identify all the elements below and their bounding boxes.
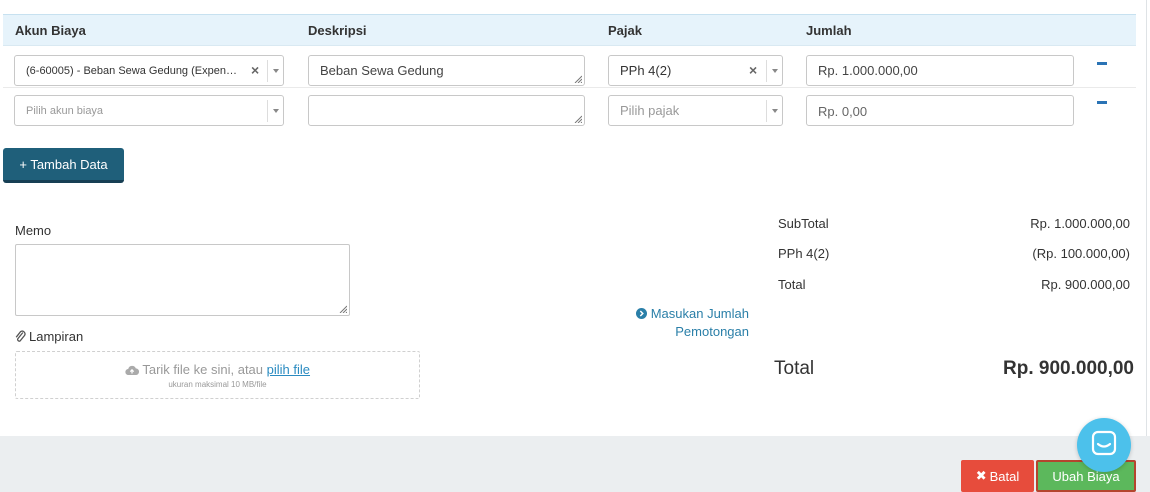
description-value: Beban Sewa Gedung [320, 63, 444, 78]
tax-label: PPh 4(2) [778, 246, 830, 261]
file-dropzone[interactable]: Tarik file ke sini, atau pilih file ukur… [15, 351, 420, 399]
chat-widget-button[interactable] [1077, 418, 1131, 472]
clear-icon[interactable]: × [749, 62, 757, 78]
file-size-note: ukuran maksimal 10 MB/file [168, 380, 267, 389]
chevron-down-icon[interactable] [766, 100, 782, 122]
remove-row-icon[interactable] [1097, 62, 1107, 65]
attachment-label-text: Lampiran [29, 329, 84, 344]
resize-handle-icon[interactable] [574, 115, 582, 123]
account-select-value: (6-60005) - Beban Sewa Gedung (Expen… [26, 65, 237, 77]
header-account: Akun Biaya [15, 23, 86, 38]
header-amount: Jumlah [806, 23, 852, 38]
grand-total-value: Rp. 900.000,00 [1003, 358, 1134, 379]
subtotal-value: Rp. 1.000.000,00 [1030, 216, 1130, 231]
amount-input[interactable]: Rp. 0,00 [806, 95, 1074, 126]
cancel-button[interactable]: ✖ Batal [961, 460, 1034, 492]
expense-form: Akun Biaya Deskripsi Pajak Jumlah (6-600… [0, 0, 1150, 492]
grand-total-label: Total [774, 358, 815, 379]
description-textarea[interactable]: Beban Sewa Gedung [308, 55, 585, 86]
clear-icon[interactable]: × [251, 62, 259, 78]
add-deduction-line2: Pemotongan [675, 324, 749, 339]
amount-input[interactable]: Rp. 1.000.000,00 [806, 55, 1074, 86]
memo-label: Memo [15, 223, 52, 238]
tax-select-value: PPh 4(2) [620, 63, 672, 78]
right-border [1146, 0, 1147, 436]
tax-select[interactable]: PPh 4(2) × [608, 55, 783, 86]
tax-placeholder: Pilih pajak [620, 103, 680, 118]
add-row-button[interactable]: + Tambah Data [3, 148, 124, 183]
remove-row-icon[interactable] [1097, 101, 1107, 104]
cloud-upload-icon [125, 365, 140, 376]
header-tax: Pajak [608, 23, 642, 38]
chevron-down-icon[interactable] [267, 100, 283, 122]
table-header: Akun Biaya Deskripsi Pajak Jumlah [3, 14, 1136, 46]
dropzone-text-line: Tarik file ke sini, atau pilih file [16, 362, 419, 377]
memo-textarea[interactable] [15, 244, 350, 316]
paperclip-icon [15, 330, 26, 342]
chevron-down-icon[interactable] [267, 60, 283, 82]
account-select[interactable]: (6-60005) - Beban Sewa Gedung (Expen… × [14, 55, 284, 86]
chevron-circle-right-icon [636, 308, 648, 319]
tax-value: (Rp. 100.000,00) [1032, 246, 1130, 261]
total-label: Total [778, 277, 806, 292]
subtotal-label: SubTotal [778, 216, 829, 231]
resize-handle-icon[interactable] [574, 75, 582, 83]
total-value: Rp. 900.000,00 [1041, 277, 1130, 292]
amount-value: Rp. 1.000.000,00 [818, 63, 918, 78]
add-deduction-link[interactable]: Masukan Jumlah Pemotongan [600, 305, 749, 341]
header-description: Deskripsi [308, 23, 367, 38]
tax-select[interactable]: Pilih pajak [608, 95, 783, 126]
description-textarea[interactable] [308, 95, 585, 126]
account-placeholder: Pilih akun biaya [26, 105, 104, 117]
resize-handle-icon[interactable] [339, 305, 347, 313]
close-icon: ✖ [975, 468, 987, 483]
row-divider [3, 87, 1136, 88]
dropzone-text: Tarik file ke sini, atau [142, 362, 264, 377]
attachment-label: Lampiran [15, 329, 83, 344]
account-select[interactable]: Pilih akun biaya [14, 95, 284, 126]
pick-file-link[interactable]: pilih file [267, 362, 310, 377]
add-deduction-line1: Masukan Jumlah [600, 305, 749, 323]
cancel-button-label: Batal [989, 468, 1020, 484]
chevron-down-icon[interactable] [766, 60, 782, 82]
add-deduction-line1-text: Masukan Jumlah [650, 306, 749, 321]
amount-value: Rp. 0,00 [818, 104, 868, 119]
chat-icon [1091, 430, 1117, 456]
